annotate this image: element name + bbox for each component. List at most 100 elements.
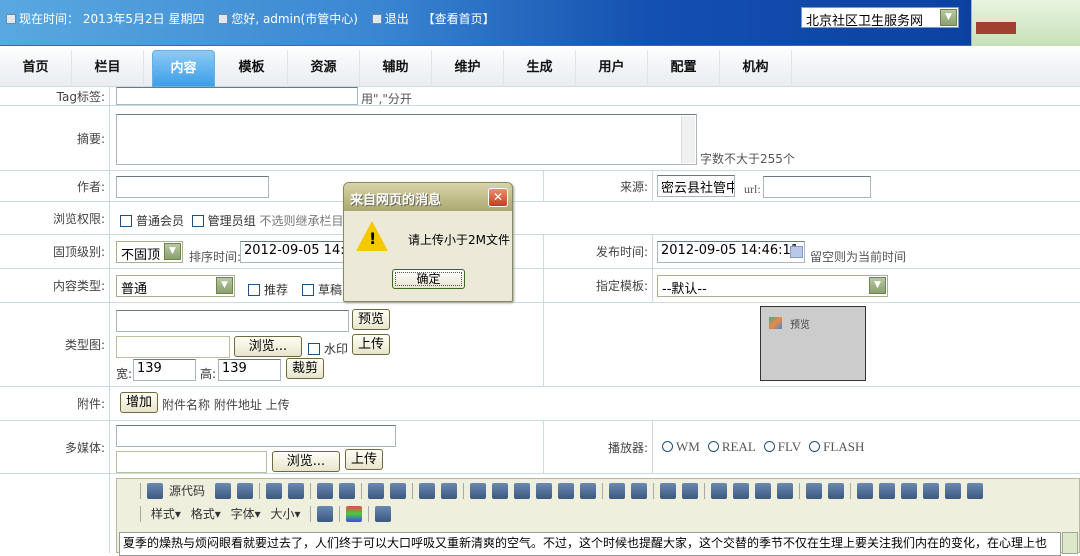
template-icon[interactable] <box>265 482 282 499</box>
tab-7[interactable]: 生成 <box>504 50 576 87</box>
subscript-icon[interactable] <box>579 482 596 499</box>
eraser-icon[interactable] <box>469 482 486 499</box>
template-select[interactable]: --默认-- ▼ <box>657 275 888 297</box>
draft-checkbox[interactable]: 草稿 <box>302 281 342 298</box>
view-home-link[interactable]: 【查看首页】 <box>423 12 495 26</box>
tab-1[interactable]: 栏目 <box>72 50 144 87</box>
bold-icon[interactable] <box>491 482 508 499</box>
replace-icon[interactable] <box>418 482 435 499</box>
media-upload-button[interactable]: 上传 <box>345 449 384 470</box>
media-icon[interactable] <box>922 482 939 499</box>
flash-icon[interactable] <box>900 482 917 499</box>
tab-2[interactable]: 内容 <box>152 50 215 87</box>
recommend-checkbox[interactable]: 推荐 <box>248 281 288 298</box>
size-dropdown[interactable]: 大小▾ <box>270 507 300 521</box>
italic-icon[interactable] <box>513 482 530 499</box>
source-code-button[interactable]: 源代码 <box>144 482 208 499</box>
style-dropdown[interactable]: 样式▾ <box>151 507 181 521</box>
justify-icon[interactable] <box>805 482 822 499</box>
image-icon[interactable] <box>878 482 895 499</box>
tag-input[interactable] <box>116 87 358 105</box>
unordered-list-icon[interactable] <box>659 482 676 499</box>
tab-3[interactable]: 模板 <box>216 50 288 87</box>
undo-icon[interactable] <box>338 482 355 499</box>
text-color-icon[interactable] <box>317 505 334 522</box>
source-input[interactable]: 密云县社管中 <box>657 175 735 197</box>
summary-scrollbar[interactable] <box>681 116 695 163</box>
tab-10[interactable]: 机构 <box>720 50 792 87</box>
ordered-list-icon[interactable] <box>630 482 647 499</box>
player-radio-wm[interactable]: WM <box>662 439 700 454</box>
editor-content[interactable]: 夏季的燥热与烦闷眼看就要过去了，人们终于可以大口呼吸又重新清爽的空气。不过，这个… <box>119 532 1061 556</box>
close-icon[interactable]: ✕ <box>488 188 508 207</box>
underline-icon[interactable] <box>535 482 552 499</box>
strike-icon[interactable] <box>557 482 574 499</box>
page-break-icon[interactable] <box>375 505 392 522</box>
select-all-icon[interactable] <box>440 482 457 499</box>
warning-icon: ! <box>356 221 388 251</box>
width-input[interactable]: 139 <box>133 359 196 381</box>
tab-9[interactable]: 配置 <box>648 50 720 87</box>
ok-button[interactable]: 确定 <box>392 269 465 289</box>
indent-icon[interactable] <box>710 482 727 499</box>
media-browse-button[interactable]: 浏览... <box>272 451 340 472</box>
tab-4[interactable]: 资源 <box>288 50 360 87</box>
row-top-level: 固顶级别: 不固顶 ▼ 排序时间: 2012-09-05 14:46 发布时间: … <box>0 235 1080 269</box>
image-path-input[interactable] <box>116 310 349 332</box>
height-input[interactable]: 139 <box>218 359 281 381</box>
superscript-icon[interactable] <box>608 482 625 499</box>
site-select[interactable]: 北京社区卫生服务网 ▼ <box>801 7 959 29</box>
find-icon[interactable] <box>389 482 406 499</box>
format-dropdown[interactable]: 格式▾ <box>191 507 221 521</box>
calendar-icon[interactable] <box>790 246 803 258</box>
publish-time-input[interactable]: 2012-09-05 14:46:11 <box>657 241 805 263</box>
admin-checkbox[interactable]: 管理员组 <box>191 214 256 228</box>
table-icon[interactable] <box>944 482 961 499</box>
add-attachment-button[interactable]: 增加 <box>120 392 159 413</box>
rich-text-editor: 源代码 样式▾ 格式▾ 字体▾ 大小▾ 夏季的燥热与烦闷眼看就要过去了，人们终于… <box>116 478 1080 556</box>
author-input[interactable] <box>116 176 269 198</box>
content-type-select[interactable]: 普通 ▼ <box>116 275 235 297</box>
player-radio-group: WM REAL FLV FLASH <box>662 439 872 455</box>
align-right-icon[interactable] <box>776 482 793 499</box>
summary-textarea[interactable] <box>116 114 697 165</box>
redo-icon[interactable] <box>367 482 384 499</box>
link-icon[interactable] <box>827 482 844 499</box>
top-level-select[interactable]: 不固顶 ▼ <box>116 241 183 263</box>
paste-icon[interactable] <box>316 482 333 499</box>
row-attachment: 附件: 增加 附件名称 附件地址 上传 <box>0 387 1080 421</box>
upload-button[interactable]: 上传 <box>352 334 391 355</box>
align-center-icon[interactable] <box>754 482 771 499</box>
player-radio-real[interactable]: REAL <box>707 439 756 454</box>
image-file-input[interactable] <box>116 336 230 358</box>
outdent-icon[interactable] <box>681 482 698 499</box>
media-file-input[interactable] <box>116 451 267 473</box>
url-input[interactable] <box>763 176 871 198</box>
align-left-icon[interactable] <box>732 482 749 499</box>
special-icon[interactable] <box>966 482 983 499</box>
print-icon[interactable] <box>236 482 253 499</box>
player-radio-flash[interactable]: FLASH <box>809 439 864 454</box>
greeting: 您好, admin(市管中心) <box>231 12 358 26</box>
unlink-icon[interactable] <box>856 482 873 499</box>
tab-6[interactable]: 维护 <box>432 50 504 87</box>
tab-5[interactable]: 辅助 <box>360 50 432 87</box>
watermark-checkbox[interactable]: 水印 <box>308 340 348 357</box>
font-dropdown[interactable]: 字体▾ <box>231 507 261 521</box>
media-path-input[interactable] <box>116 425 396 447</box>
browse-button[interactable]: 浏览... <box>234 336 302 357</box>
row-type-image: 类型图: 预览 浏览... 水印 上传 宽: 139 高: 139 裁剪 预览 <box>0 303 1080 387</box>
sort-time-input[interactable]: 2012-09-05 14:46 <box>240 241 350 263</box>
tab-8[interactable]: 用户 <box>576 50 648 87</box>
bg-color-icon[interactable] <box>346 505 363 522</box>
preview-button[interactable]: 预览 <box>352 309 391 330</box>
editor-scrollbar[interactable] <box>1062 532 1078 554</box>
preview-icon[interactable] <box>214 482 231 499</box>
tab-0[interactable]: 首页 <box>0 50 72 87</box>
member-checkbox[interactable]: 普通会员 <box>120 214 184 228</box>
player-radio-flv[interactable]: FLV <box>763 439 801 454</box>
dialog-message: 请上传小于2M文件 <box>408 233 510 247</box>
logout-link[interactable]: 退出 <box>371 12 409 26</box>
cut-icon[interactable] <box>287 482 304 499</box>
crop-button[interactable]: 裁剪 <box>286 358 325 379</box>
